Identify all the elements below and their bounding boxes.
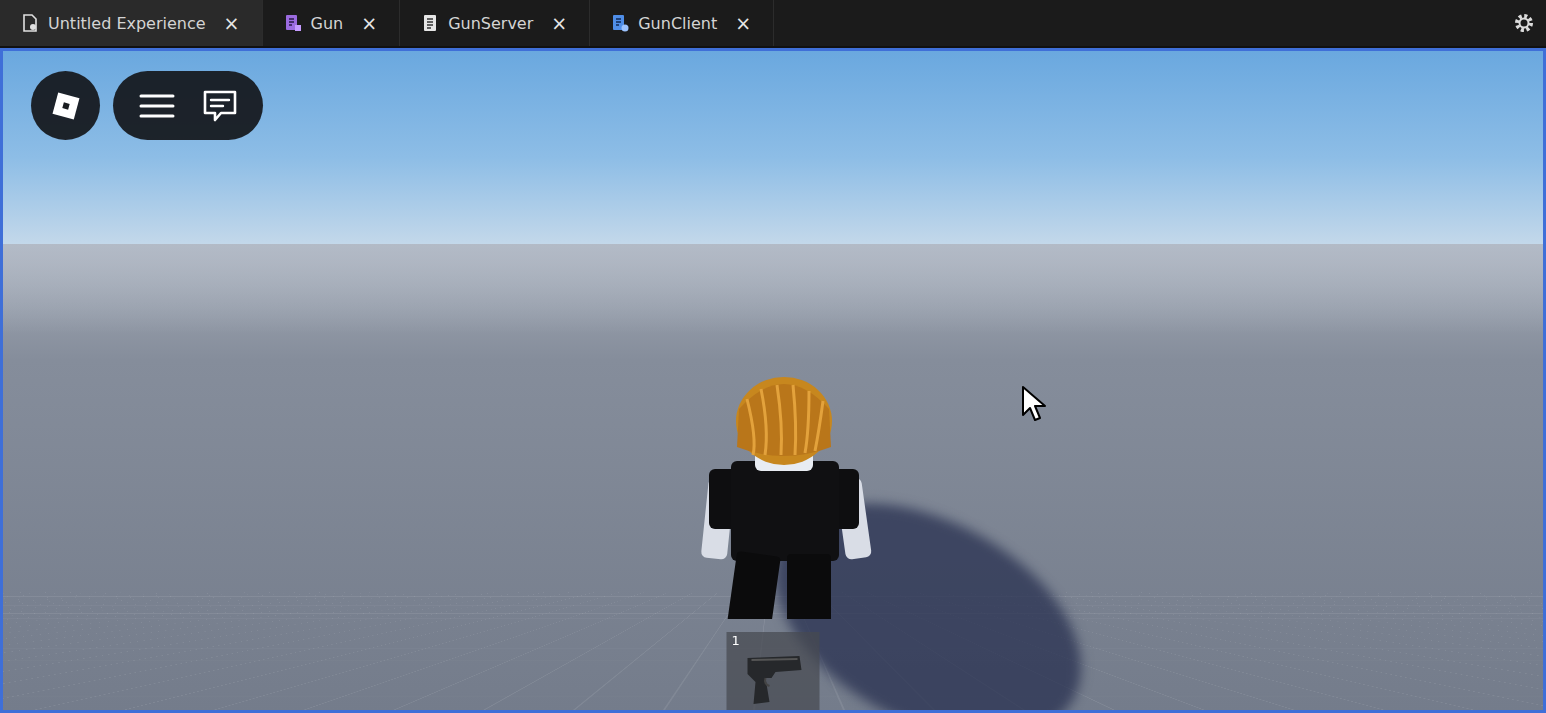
settings-button[interactable] — [1502, 0, 1546, 46]
script-icon — [420, 13, 440, 33]
avatar-character — [689, 339, 879, 619]
menu-button[interactable] — [139, 93, 175, 119]
place-icon — [20, 13, 40, 33]
hotbar-slot[interactable]: 1 — [727, 632, 820, 713]
roblox-logo-icon — [50, 90, 82, 122]
topbar-pill — [113, 71, 263, 140]
document-tab[interactable]: Untitled Experience × — [0, 0, 263, 46]
local-script-icon — [610, 13, 630, 33]
roblox-menu-button[interactable] — [31, 71, 100, 140]
chat-button[interactable] — [202, 89, 238, 123]
hamburger-icon — [139, 93, 175, 119]
tab-label: GunServer — [448, 14, 533, 33]
tab-label: GunClient — [638, 14, 717, 33]
tab-label: Untitled Experience — [48, 14, 206, 33]
hotbar: 1 — [727, 632, 820, 713]
document-tab[interactable]: GunServer × — [400, 0, 590, 46]
close-tab-button[interactable]: × — [551, 14, 567, 33]
slot-number: 1 — [732, 633, 740, 648]
chat-icon — [202, 89, 238, 123]
close-tab-button[interactable]: × — [224, 14, 240, 33]
module-script-icon — [283, 13, 303, 33]
tab-bar: Untitled Experience×Gun×GunServer×GunCli… — [0, 0, 1546, 48]
close-tab-button[interactable]: × — [361, 14, 377, 33]
game-viewport[interactable]: 1 — [0, 48, 1546, 713]
mouse-cursor-icon — [1021, 385, 1047, 423]
tab-label: Gun — [311, 14, 344, 33]
gear-icon — [1512, 11, 1536, 35]
document-tab[interactable]: GunClient × — [590, 0, 774, 46]
document-tab[interactable]: Gun × — [263, 0, 401, 46]
roblox-topbar — [31, 71, 263, 140]
studio-window: Untitled Experience×Gun×GunServer×GunCli… — [0, 0, 1546, 713]
close-tab-button[interactable]: × — [735, 14, 751, 33]
pistol-icon — [741, 646, 805, 706]
